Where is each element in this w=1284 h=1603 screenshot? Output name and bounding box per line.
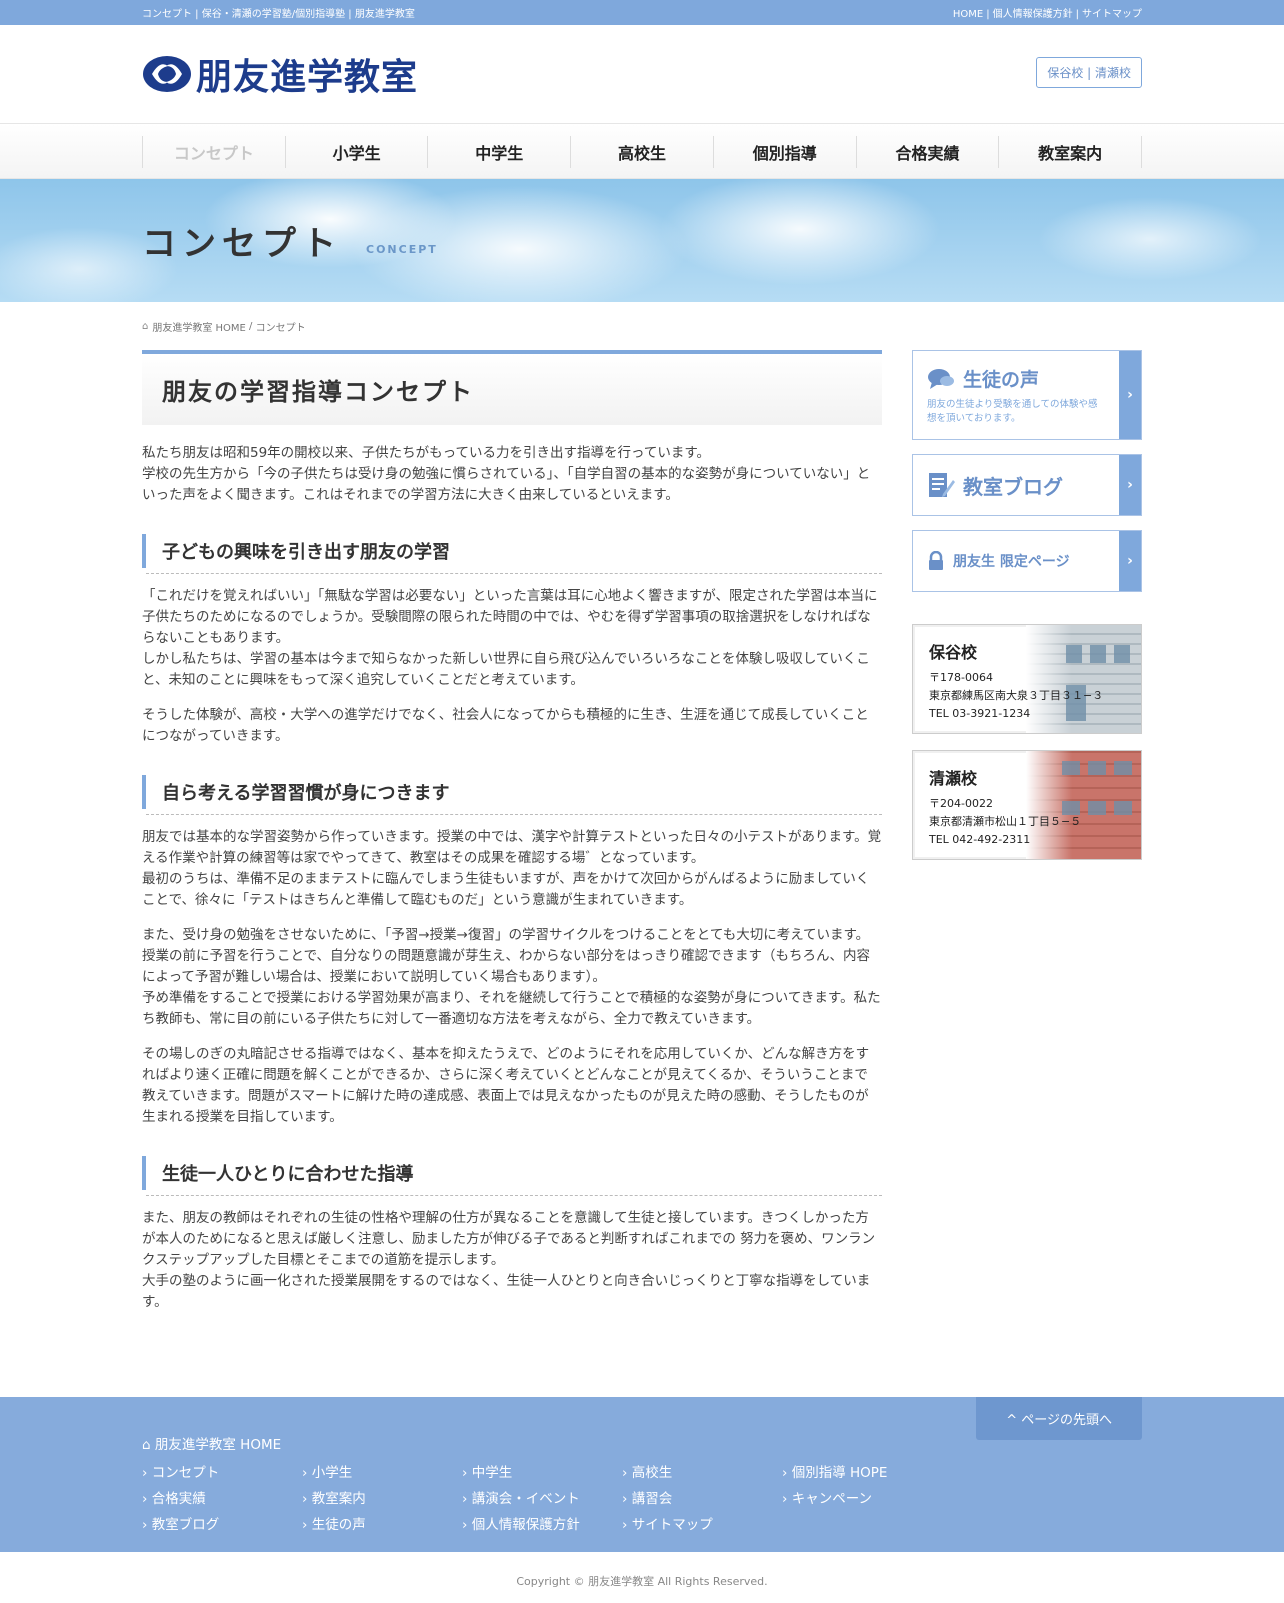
copyright: Copyright © 朋友進学教室 All Rights Reserved. (516, 1575, 768, 1588)
section-paragraph: その場しのぎの丸暗記させる指導ではなく、基本を抑えたうえで、どのようにそれを応用… (142, 1046, 870, 1125)
pencil-note-icon (929, 473, 955, 497)
page-title-en: CONCEPT (366, 243, 438, 256)
nav-item-guide[interactable]: 教室案内 (998, 136, 1143, 168)
section-paragraph: そうした体験が、高校・大学への進学だけでなく、社会人になってからも積極的に生き、… (142, 707, 869, 744)
speech-bubble-icon (928, 368, 954, 389)
footer-link-campaign[interactable]: › キャンペーン (782, 1487, 942, 1507)
lock-icon (929, 551, 943, 570)
home-icon: ⌂ (142, 320, 149, 332)
intro-paragraph: 私たち朋友は昭和59年の開校以来、子供たちがもっている力を引き出す指導を行ってい… (142, 443, 882, 506)
breadcrumb-sep: / (245, 320, 256, 332)
footer-link-events[interactable]: › 講演会・イベント (462, 1487, 622, 1507)
chevron-right-icon: › (1119, 351, 1141, 439)
page-hero: コンセプト CONCEPT (0, 179, 1284, 302)
nav-item-high-school[interactable]: 高校生 (570, 136, 713, 168)
school-card-kiyose[interactable]: 清瀬校 〒204-0022 東京都清瀬市松山１丁目５−５ TEL 042-492… (912, 750, 1142, 860)
school-card-hoya[interactable]: 保谷校 〒178-0064 東京都練馬区南大泉３丁目３１−３ TEL 03-39… (912, 624, 1142, 734)
page-top-label: ページの先頭へ (1021, 1413, 1112, 1428)
text-line: 予め準備をすることで授業における学習効果が高まり、それを継続して行うことで積極的… (142, 990, 881, 1027)
section-heading-individual: 生徒一人ひとりに合わせた指導 (142, 1156, 882, 1196)
text-line: しかし私たちは、学習の基本は今まで知らなかった新しい世界に自ら飛び込んでいろいろ… (142, 651, 870, 688)
nav-item-junior-high[interactable]: 中学生 (427, 136, 570, 168)
school-address: 東京都清瀬市松山１丁目５−５ (929, 815, 1082, 828)
footer-link-blog[interactable]: › 教室ブログ (142, 1513, 302, 1533)
nav-item-results[interactable]: 合格実績 (855, 136, 999, 168)
text-line: 「これだけを覚えればいい」「無駄な学習は必要ない」といった言葉は耳に心地よく響き… (142, 588, 878, 646)
student-voice-desc: 朋友の生徒より受験を通しての体験や感想を頂いております。 (927, 399, 1098, 424)
footer: ^ ページの先頭へ ⌂ 朋友進学教室 HOME › コンセプト › 小学生 › … (0, 1397, 1284, 1552)
site-logo[interactable]: 朋友進学教室 (142, 48, 418, 100)
footer-link-guide[interactable]: › 教室案内 (302, 1487, 462, 1507)
text-line: また、受け身の勉強をさせないために、「予習→授業→復習」の学習サイクルをつけるこ… (142, 927, 871, 985)
top-link-privacy[interactable]: 個人情報保護方針 (993, 9, 1073, 20)
chevron-right-icon: › (1119, 455, 1141, 515)
text-line: 朋友では基本的な学習姿勢から作っていきます。授業の中では、漢字や計算テストといっ… (142, 829, 882, 866)
header: 朋友進学教室 保谷校 | 清瀬校 (0, 25, 1284, 123)
school-name: 保谷校 (929, 643, 978, 662)
nav-item-concept[interactable]: コンセプト (142, 136, 285, 168)
student-voice-title: 生徒の声 (963, 369, 1040, 391)
chevron-right-icon: › (1119, 531, 1141, 591)
blog-banner[interactable]: 教室ブログ › (912, 454, 1142, 516)
text-line: 大手の塾のように画一化された授業展開をするのではなく、生徒一人ひとりと向き合いじ… (142, 1273, 871, 1310)
footer-links: › コンセプト › 小学生 › 中学生 › 高校生 › 個別指導 HOPE › … (142, 1461, 1142, 1533)
site-tagline: コンセプト | 保谷・清瀬の学習塾/個別指導塾 | 朋友進学教室 (142, 9, 415, 20)
article-title: 朋友の学習指導コンセプト (142, 350, 882, 425)
text-line: また、朋友の教師はそれぞれの生徒の性格や理解の仕方が異なることを意識して生徒と接… (142, 1210, 876, 1268)
footer-link-privacy[interactable]: › 個人情報保護方針 (462, 1513, 622, 1533)
members-banner[interactable]: 朋友生 限定ページ › (912, 530, 1142, 592)
school-address: 東京都練馬区南大泉３丁目３１−３ (929, 689, 1104, 702)
footer-link-hope[interactable]: › 個別指導 HOPE (782, 1461, 942, 1481)
section-paragraph: また、朋友の教師はそれぞれの生徒の性格や理解の仕方が異なることを意識して生徒と接… (142, 1208, 882, 1313)
members-title: 朋友生 限定ページ (953, 554, 1070, 570)
section-heading-habits: 自ら考える学習習慣が身につきます (142, 775, 882, 815)
footer-link-junior-high[interactable]: › 中学生 (462, 1461, 622, 1481)
breadcrumb-home[interactable]: 朋友進学教室 HOME (152, 319, 246, 334)
intro-line-1: 私たち朋友は昭和59年の開校以来、子供たちがもっている力を引き出す指導を行ってい… (142, 445, 710, 461)
footer-link-high-school[interactable]: › 高校生 (622, 1461, 782, 1481)
sidebar: 生徒の声 朋友の生徒より受験を通しての体験や感想を頂いております。 › 教室ブロ… (912, 350, 1142, 1327)
main-column: 朋友の学習指導コンセプト 私たち朋友は昭和59年の開校以来、子供たちがもっている… (142, 350, 882, 1327)
home-icon: ⌂ (142, 1437, 151, 1453)
section-paragraph: また、受け身の勉強をさせないために、「予習→授業→復習」の学習サイクルをつけるこ… (142, 925, 882, 1030)
breadcrumb: ⌂ 朋友進学教室 HOME / コンセプト (142, 302, 1142, 350)
breadcrumb-current: コンセプト (255, 322, 306, 334)
blog-title: 教室ブログ (963, 474, 1063, 499)
global-nav: コンセプト 小学生 中学生 高校生 個別指導 合格実績 教室案内 (0, 123, 1284, 179)
top-link-home[interactable]: HOME (953, 9, 983, 20)
footer-link-results[interactable]: › 合格実績 (142, 1487, 302, 1507)
text-line: 最初のうちは、準備不足のままテストに臨んでしまう生徒もいますが、声をかけて次回か… (142, 871, 870, 908)
school-tel: TEL 03-3921-1234 (929, 707, 1031, 720)
footer-link-courses[interactable]: › 講習会 (622, 1487, 782, 1507)
top-links: HOME | 個人情報保護方針 | サイトマップ (952, 9, 1142, 20)
top-bar: コンセプト | 保谷・清瀬の学習塾/個別指導塾 | 朋友進学教室 HOME | 個人… (0, 0, 1284, 25)
nav-item-elementary[interactable]: 小学生 (284, 136, 428, 168)
section-paragraph: 朋友では基本的な学習姿勢から作っていきます。授業の中では、漢字や計算テストといっ… (142, 827, 882, 911)
footer-home-label: 朋友進学教室 HOME (154, 1437, 282, 1453)
footer-link-elementary[interactable]: › 小学生 (302, 1461, 462, 1481)
school-tel: TEL 042-492-2311 (929, 833, 1031, 846)
school-zip: 〒178-0064 (929, 671, 993, 684)
section-paragraph: 「これだけを覚えればいい」「無駄な学習は必要ない」といった言葉は耳に心地よく響き… (142, 586, 882, 691)
school-zip: 〒204-0022 (929, 797, 993, 810)
footer-link-voice[interactable]: › 生徒の声 (302, 1513, 462, 1533)
logo-mark-icon (143, 56, 191, 92)
school-links-button[interactable]: 保谷校 | 清瀬校 (1036, 56, 1142, 88)
top-link-sitemap[interactable]: サイトマップ (1082, 9, 1142, 20)
section-heading-interest: 子どもの興味を引き出す朋友の学習 (142, 534, 882, 574)
intro-line-2: 学校の先生方から「今の子供たちは受け身の勉強に慣らされている」、「自学自習の基本… (142, 466, 871, 503)
nav-item-individual[interactable]: 個別指導 (712, 136, 856, 168)
page-top-button[interactable]: ^ ページの先頭へ (976, 1397, 1142, 1440)
page-title: コンセプト (142, 224, 342, 264)
content: 朋友の学習指導コンセプト 私たち朋友は昭和59年の開校以来、子供たちがもっている… (142, 350, 1142, 1327)
footer-link-concept[interactable]: › コンセプト (142, 1461, 302, 1481)
student-voice-banner[interactable]: 生徒の声 朋友の生徒より受験を通しての体験や感想を頂いております。 › (912, 350, 1142, 440)
logo-text: 朋友進学教室 (196, 57, 419, 98)
school-name: 清瀬校 (929, 769, 978, 788)
footer-link-sitemap[interactable]: › サイトマップ (622, 1513, 782, 1533)
